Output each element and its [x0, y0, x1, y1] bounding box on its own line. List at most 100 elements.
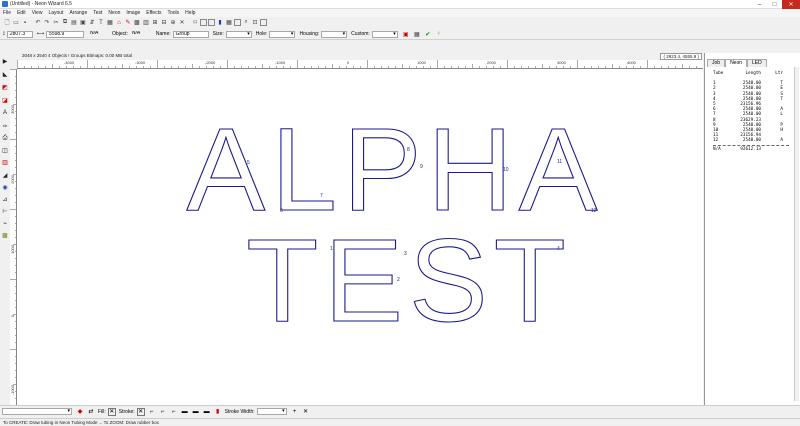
color-bars-icon[interactable]: ▮ — [216, 19, 224, 27]
menu-tools[interactable]: Tools — [164, 10, 182, 16]
new-file-icon[interactable]: 🗋 — [3, 19, 11, 27]
fill-tool-icon[interactable]: ◢ — [1, 171, 9, 179]
text-icon[interactable]: T — [97, 19, 105, 27]
align-grid-icon[interactable]: ▩ — [133, 19, 141, 27]
snap-guide-icon[interactable] — [208, 19, 215, 26]
fill-swatch[interactable]: ✕ — [107, 407, 116, 416]
preview-icon[interactable] — [234, 19, 241, 26]
neon-artwork[interactable]: ALPHA TEST 1 2 3 4 5 6 7 8 9 10 11 12 — [17, 69, 703, 405]
name-field[interactable]: Group — [172, 30, 209, 38]
swap-colors-icon[interactable]: ⇄ — [87, 408, 95, 416]
print-icon[interactable]: ▣ — [79, 19, 87, 27]
property-bar: ⟟ 2807.3 ⟷ 5598.9 N/A Object: N/A Name: … — [0, 29, 800, 40]
zoom-fit-icon[interactable]: ⊡ — [251, 19, 259, 27]
corner-bevel-icon[interactable]: ⌐ — [170, 408, 178, 416]
minimize-button[interactable]: – — [752, 0, 767, 9]
stroke-width-select[interactable] — [256, 408, 287, 415]
tab-neon[interactable]: Neon — [725, 59, 748, 67]
frame-icon[interactable]: ▣ — [402, 30, 410, 38]
wire-tool-icon[interactable]: ⌁ — [1, 219, 9, 227]
tab-led[interactable]: LED — [747, 59, 767, 67]
dimension-tool-icon[interactable]: ⊢ — [1, 207, 9, 215]
print-tool-icon[interactable]: ⎙ — [1, 134, 9, 142]
layer-select[interactable] — [2, 408, 72, 415]
width-field[interactable]: 5598.9 — [46, 30, 85, 38]
image-tool-icon[interactable]: ▩ — [1, 231, 9, 239]
corner-round-icon[interactable]: ⌐ — [159, 408, 167, 416]
total-tube: N/A — [713, 147, 721, 153]
delete-icon[interactable]: ✕ — [178, 19, 186, 27]
hole-select[interactable] — [269, 30, 296, 38]
corner-style-icon[interactable]: ⌐ — [148, 408, 156, 416]
table-row[interactable]: 12 2540.00 A — [713, 138, 789, 143]
view-tool-icon[interactable]: ◉ — [1, 183, 9, 191]
pen-icon[interactable]: ✎ — [124, 19, 132, 27]
size-select[interactable] — [225, 30, 252, 38]
menu-file[interactable]: File — [0, 10, 14, 16]
group-icon[interactable]: ⊞ — [151, 19, 159, 27]
select-arrow-icon[interactable]: ▶ — [1, 57, 9, 65]
table-icon[interactable]: ▦ — [106, 19, 114, 27]
paste-icon[interactable]: ▤ — [70, 19, 78, 27]
menu-test[interactable]: Test — [90, 10, 105, 16]
home-icon[interactable]: ⌂ — [115, 19, 123, 27]
zoom-icon[interactable]: ⌕ — [242, 19, 250, 27]
line-weight-icon[interactable]: ▬ — [203, 408, 211, 416]
custom-select[interactable] — [371, 30, 398, 38]
word-test[interactable]: TEST — [246, 214, 572, 347]
menu-edit[interactable]: Edit — [14, 10, 29, 16]
ungroup-icon[interactable]: ⊟ — [160, 19, 168, 27]
hole-label: Hole: — [255, 31, 268, 37]
node-edit-icon[interactable]: ◣ — [1, 70, 9, 78]
line-style-icon[interactable]: ▬ — [181, 408, 189, 416]
menu-image[interactable]: Image — [123, 10, 143, 16]
ruler-label: 2000 — [487, 60, 496, 65]
tab-job[interactable]: Job — [707, 59, 726, 67]
housing-select[interactable] — [321, 30, 348, 38]
distribute-icon[interactable]: ▥ — [142, 19, 150, 27]
panel-scrollbar[interactable] — [794, 67, 799, 401]
menu-neon[interactable]: Neon — [105, 10, 123, 16]
close-button[interactable]: ✕ — [782, 0, 800, 9]
maximize-button[interactable]: □ — [767, 0, 782, 9]
ruler-label: 1000 — [10, 245, 15, 254]
menu-arrange[interactable]: Arrange — [66, 10, 90, 16]
pen-tool-icon[interactable]: ✑ — [1, 122, 9, 130]
combine-icon[interactable]: ⊕ — [169, 19, 177, 27]
grid-view-icon[interactable]: ▦ — [225, 19, 233, 27]
shapes-tool-icon[interactable]: ◫ — [1, 146, 9, 154]
menu-help[interactable]: Help — [182, 10, 198, 16]
add-icon[interactable]: + — [291, 408, 299, 416]
line-dash-icon[interactable]: ▬ — [192, 408, 200, 416]
neon-tube-icon[interactable]: ◩ — [1, 83, 9, 91]
open-folder-icon[interactable]: ▭ — [12, 19, 20, 27]
redo-icon[interactable]: ↷ — [43, 19, 51, 27]
design-canvas[interactable]: ALPHA TEST 1 2 3 4 5 6 7 8 9 10 11 12 — [17, 69, 703, 405]
text-tool-icon[interactable]: A — [1, 109, 9, 117]
table-view-icon[interactable]: ▦ — [413, 30, 421, 38]
cut-icon[interactable]: ✂ — [52, 19, 60, 27]
lock-icon[interactable]: ⌑ — [191, 19, 199, 27]
tube-marker: 2 — [397, 277, 400, 283]
snap-grid-icon[interactable] — [200, 19, 207, 26]
menu-layout[interactable]: Layout — [45, 10, 66, 16]
color-picker-icon[interactable]: ◆ — [76, 408, 84, 416]
measure-tool-icon[interactable]: ⊿ — [1, 195, 9, 203]
lightbulb-icon[interactable]: ♀ — [435, 30, 443, 38]
copy-icon[interactable]: ⧉ — [61, 19, 69, 27]
menu-effects[interactable]: Effects — [143, 10, 164, 16]
undo-icon[interactable]: ↶ — [34, 19, 42, 27]
save-icon[interactable]: ▪ — [21, 19, 29, 27]
remove-icon[interactable]: ✕ — [302, 408, 310, 416]
menu-view[interactable]: View — [29, 10, 46, 16]
border-tool-icon[interactable]: ◪ — [1, 96, 9, 104]
color-tool-icon[interactable]: ▥ — [1, 158, 9, 166]
checkmark-icon[interactable]: ✔ — [424, 30, 432, 38]
page-icon[interactable] — [260, 19, 267, 26]
custom-label: Custom: — [351, 31, 370, 37]
import-icon[interactable]: ⇵ — [88, 19, 96, 27]
stroke-swatch[interactable]: ✕ — [136, 407, 145, 416]
object-value: N/A — [131, 30, 141, 36]
color-marker-icon[interactable]: ▮ — [214, 408, 222, 416]
x-position-field[interactable]: 2807.3 — [6, 30, 33, 38]
